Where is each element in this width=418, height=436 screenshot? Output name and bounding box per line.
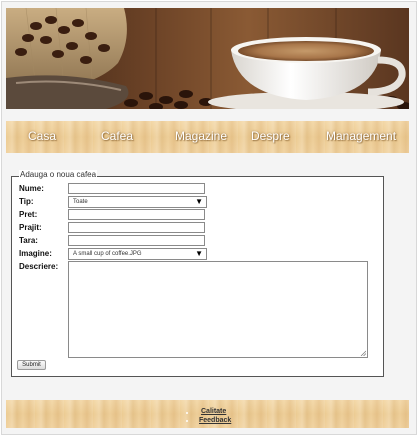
footer-bullet [186,412,188,414]
main-navigation-bar: Casa Cafea Magazine Despre Management [6,121,409,153]
nav-item-casa[interactable]: Casa [28,129,56,143]
pret-input[interactable] [68,209,205,220]
footer-bar: Calitate Feedback [6,400,409,428]
tara-input[interactable] [68,235,205,246]
nav-item-management[interactable]: Management [326,129,396,143]
imagine-select-value: A small cup of coffee.JPG [73,251,142,257]
nav-item-magazine[interactable]: Magazine [175,129,227,143]
descriere-textarea[interactable] [68,261,368,358]
header-banner-image [6,8,409,109]
imagine-select[interactable]: A small cup of coffee.JPG ▼ [68,248,207,260]
prajit-input[interactable] [68,222,205,233]
nume-input[interactable] [68,183,205,194]
footer-link-calitate[interactable]: Calitate [201,408,226,416]
footer-bullet [186,420,188,422]
footer-link-feedback[interactable]: Feedback [199,417,231,425]
nav-item-despre[interactable]: Despre [251,129,290,143]
chevron-down-icon: ▼ [195,249,203,258]
resize-grip-icon[interactable] [360,350,366,356]
tip-select[interactable]: Toate ▼ [68,196,207,208]
label-pret: Pret: [19,210,38,219]
label-descriere: Descriere: [19,262,59,271]
tip-select-value: Toate [73,199,88,205]
add-coffee-legend: Adauga o noua cafea [19,170,98,180]
label-tip: Tip: [19,197,34,206]
nav-item-cafea[interactable]: Cafea [101,129,133,143]
label-prajit: Prajit: [19,223,42,232]
label-imagine: Imagine: [19,249,52,258]
label-tara: Tara: [19,236,38,245]
label-nume: Nume: [19,184,44,193]
chevron-down-icon: ▼ [195,197,203,206]
submit-button[interactable]: Submit [17,360,46,370]
